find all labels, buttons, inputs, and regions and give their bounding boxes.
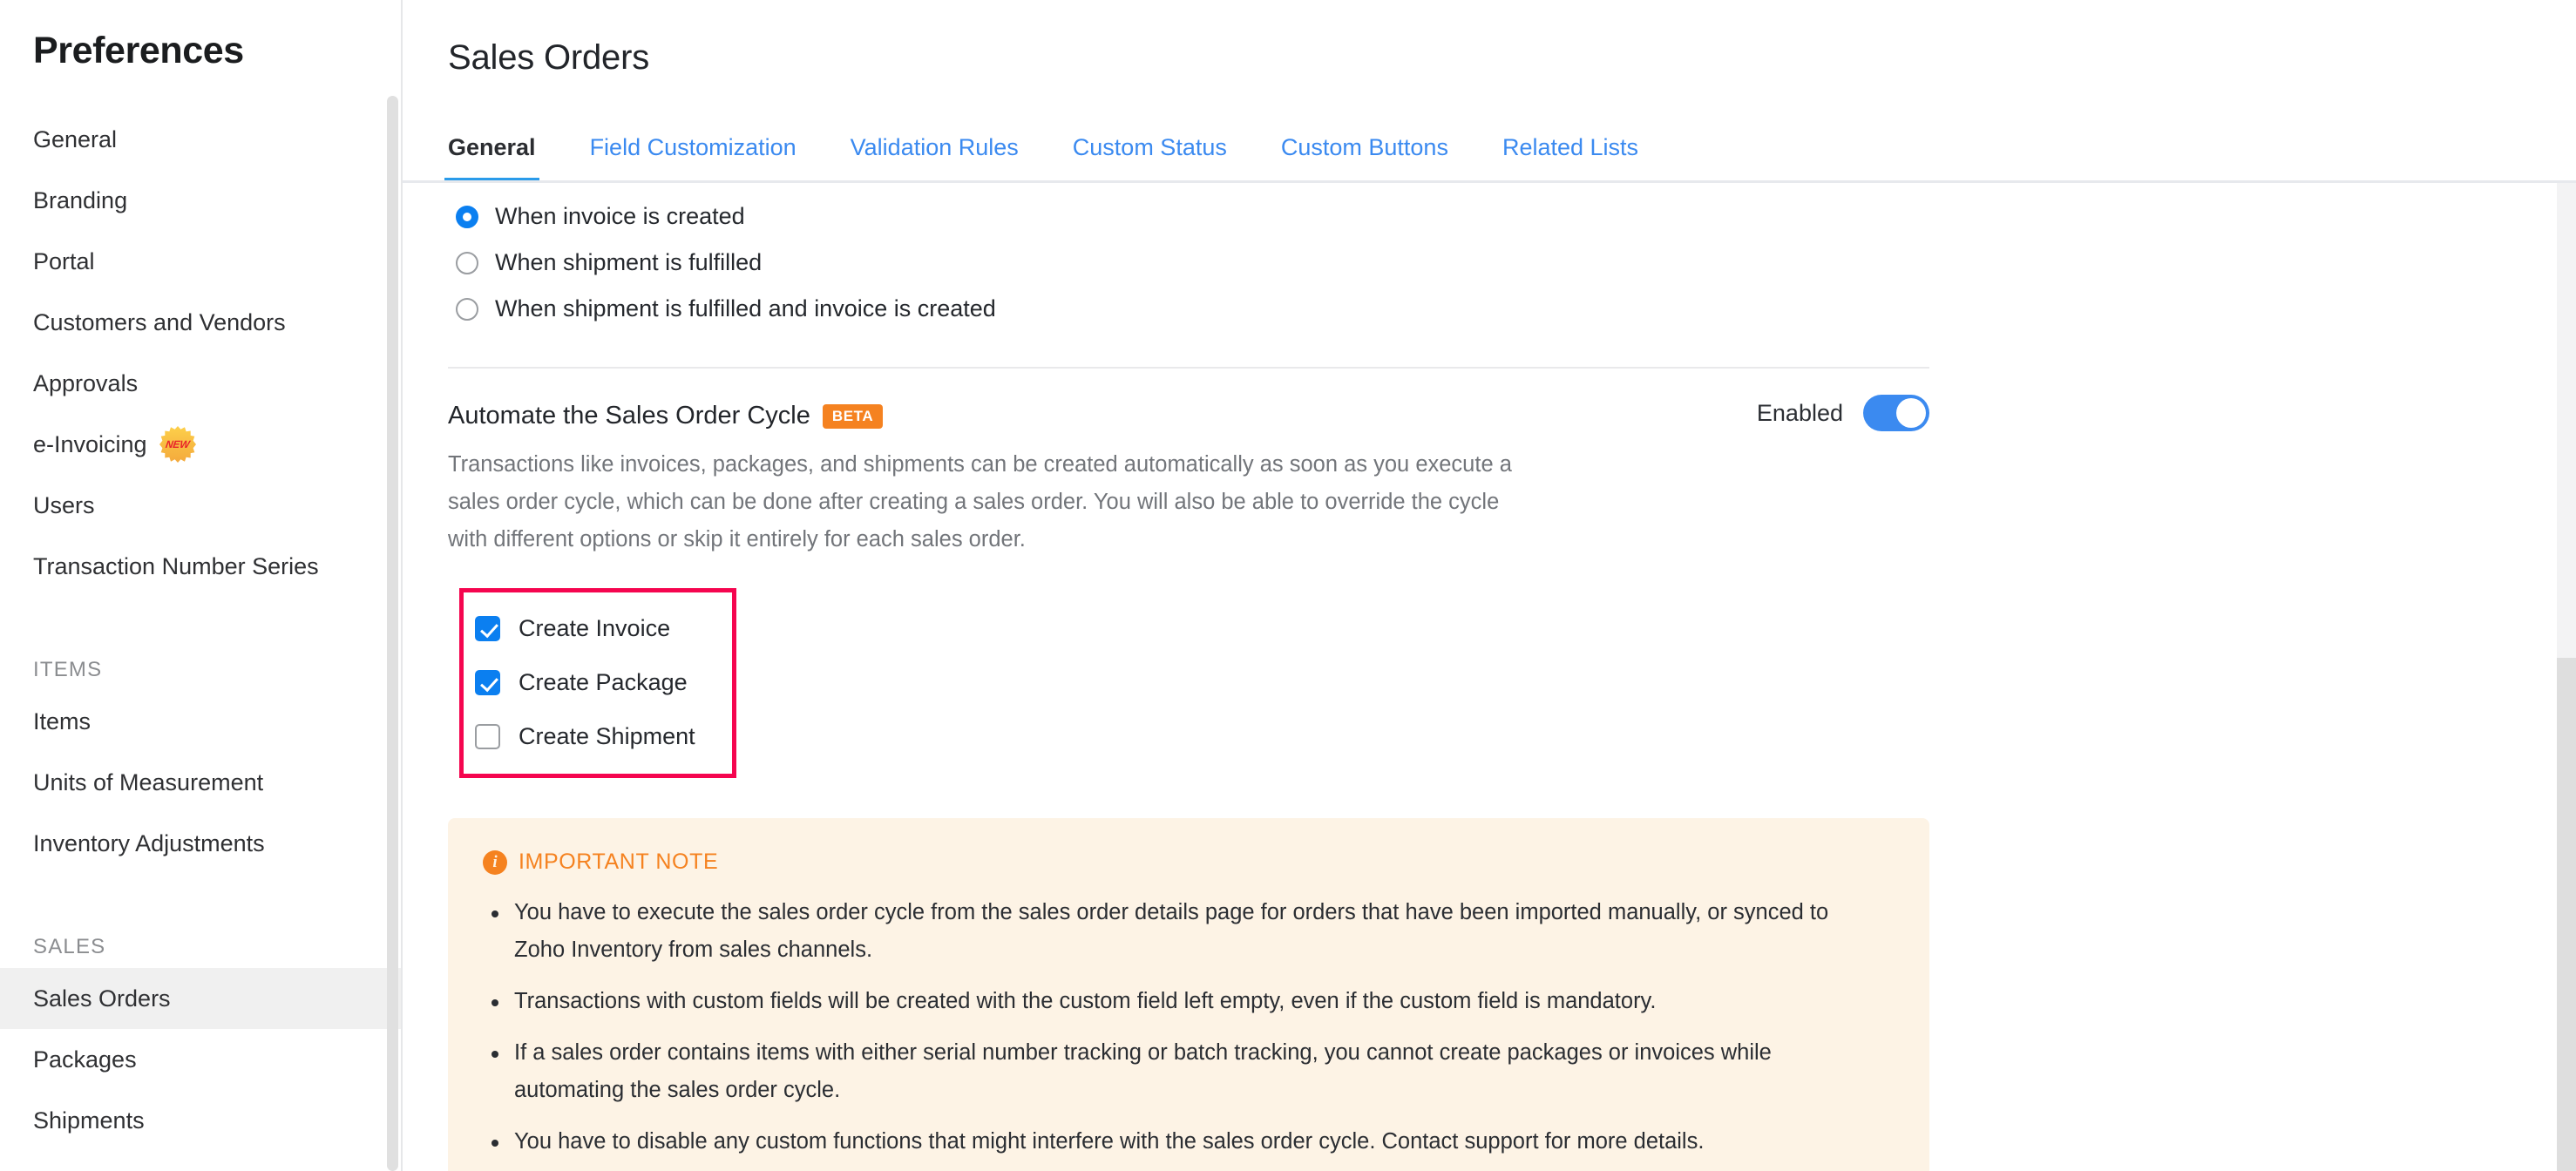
radio-option-when-invoice-is-created[interactable]: When invoice is created: [456, 193, 2470, 240]
radio-indicator[interactable]: [456, 298, 478, 321]
sidebar-item-sales-orders[interactable]: Sales Orders: [0, 968, 401, 1029]
checkbox-create-shipment[interactable]: Create Shipment: [475, 709, 732, 763]
checkbox-label: Create Shipment: [519, 723, 695, 750]
sidebar-nav-items-group: Items Units of Measurement Inventory Adj…: [0, 691, 401, 874]
tab-bar: General Field Customization Validation R…: [403, 116, 2576, 183]
tab-validation-rules[interactable]: Validation Rules: [851, 134, 1019, 180]
sidebar-item-label: Packages: [33, 1046, 137, 1073]
tab-general[interactable]: General: [448, 134, 536, 180]
tab-field-customization[interactable]: Field Customization: [590, 134, 797, 180]
sidebar-item-units-of-measurement[interactable]: Units of Measurement: [0, 752, 401, 813]
radio-label: When invoice is created: [495, 203, 745, 230]
radio-indicator[interactable]: [456, 206, 478, 228]
tab-related-lists[interactable]: Related Lists: [1502, 134, 1638, 180]
radio-option-when-shipment-is-fulfilled[interactable]: When shipment is fulfilled: [456, 240, 2470, 286]
checkbox-indicator[interactable]: [475, 616, 500, 641]
checkbox-indicator[interactable]: [475, 724, 500, 749]
radio-label: When shipment is fulfilled and invoice i…: [495, 295, 996, 322]
automate-cycle-toggle[interactable]: [1863, 395, 1929, 431]
important-note-header: i IMPORTANT NOTE: [483, 849, 1889, 875]
main-scrollbar-track-lower[interactable]: [2557, 658, 2576, 1171]
tab-custom-status[interactable]: Custom Status: [1073, 134, 1227, 180]
sidebar-group-label-sales: SALES: [0, 914, 401, 959]
toggle-state-label: Enabled: [1757, 400, 1843, 427]
important-note-title: IMPORTANT NOTE: [519, 849, 718, 875]
automate-section-description: Transactions like invoices, packages, an…: [448, 446, 1529, 558]
tab-label: Custom Status: [1073, 134, 1227, 160]
sidebar-item-label: Users: [33, 492, 95, 519]
tab-label: Validation Rules: [851, 134, 1019, 160]
main-scrollbar-thumb[interactable]: [2557, 183, 2576, 658]
automate-sales-order-cycle-section: Automate the Sales Order Cycle BETA Enab…: [448, 369, 1929, 1171]
checkbox-label: Create Package: [519, 669, 688, 696]
automate-section-title: Automate the Sales Order Cycle: [448, 402, 810, 430]
tab-label: General: [448, 134, 536, 160]
tab-label: Related Lists: [1502, 134, 1638, 160]
main-scrollbar[interactable]: [2557, 183, 2576, 1171]
sidebar-item-approvals[interactable]: Approvals: [0, 353, 401, 414]
important-note-panel: i IMPORTANT NOTE You have to execute the…: [448, 818, 1929, 1171]
sidebar-item-label: Sales Orders: [33, 985, 171, 1012]
tab-label: Field Customization: [590, 134, 797, 160]
sidebar-nav-sales-group: Sales Orders Packages Shipments: [0, 968, 401, 1151]
sidebar-title: Preferences: [0, 0, 401, 71]
automate-cycle-checkbox-group: Create Invoice Create Package Create Shi…: [459, 588, 736, 778]
sidebar-item-items[interactable]: Items: [0, 691, 401, 752]
list-item: You have to execute the sales order cycl…: [483, 894, 1877, 969]
sidebar-item-customers-and-vendors[interactable]: Customers and Vendors: [0, 292, 401, 353]
sidebar-item-label: Items: [33, 708, 91, 735]
checkbox-indicator[interactable]: [475, 670, 500, 695]
sidebar-item-e-invoicing[interactable]: e-Invoicing NEW: [0, 414, 401, 475]
sidebar-item-inventory-adjustments[interactable]: Inventory Adjustments: [0, 813, 401, 874]
radio-indicator[interactable]: [456, 252, 478, 274]
page-title: Sales Orders: [448, 38, 649, 78]
automate-section-header: Automate the Sales Order Cycle BETA: [448, 402, 1929, 430]
sidebar-item-label: e-Invoicing: [33, 431, 147, 458]
invoice-trigger-radio-group: When invoice is created When shipment is…: [448, 193, 2470, 332]
checkbox-label: Create Invoice: [519, 615, 670, 642]
sidebar-item-branding[interactable]: Branding: [0, 170, 401, 231]
new-starburst-badge-icon: NEW: [159, 426, 196, 463]
radio-option-when-shipment-fulfilled-and-invoice-created[interactable]: When shipment is fulfilled and invoice i…: [456, 286, 2470, 332]
sidebar-item-label: Transaction Number Series: [33, 553, 319, 580]
sidebar-item-label: General: [33, 126, 117, 153]
checkbox-create-package[interactable]: Create Package: [475, 655, 732, 709]
new-badge-label: NEW: [165, 438, 190, 450]
tab-custom-buttons[interactable]: Custom Buttons: [1281, 134, 1448, 180]
settings-content-inner: When invoice is created When shipment is…: [448, 183, 2470, 1171]
settings-content: When invoice is created When shipment is…: [403, 183, 2576, 1171]
main-header: Sales Orders: [403, 0, 2576, 116]
beta-badge: BETA: [823, 404, 883, 429]
sidebar-item-label: Approvals: [33, 370, 138, 397]
sidebar-item-transaction-number-series[interactable]: Transaction Number Series: [0, 536, 401, 597]
preferences-page: Preferences General Branding Portal Cust…: [0, 0, 2576, 1171]
sidebar-scrollbar[interactable]: [387, 96, 398, 1171]
sidebar-item-label: Customers and Vendors: [33, 309, 286, 336]
sidebar-nav-primary: General Branding Portal Customers and Ve…: [0, 109, 401, 597]
sidebar-item-label: Portal: [33, 248, 95, 275]
main-panel: Sales Orders General Field Customization…: [403, 0, 2576, 1171]
sidebar-item-portal[interactable]: Portal: [0, 231, 401, 292]
tab-label: Custom Buttons: [1281, 134, 1448, 160]
list-item: You have to disable any custom functions…: [483, 1123, 1877, 1161]
info-icon: i: [483, 850, 507, 875]
sidebar-item-label: Units of Measurement: [33, 769, 263, 796]
sidebar: Preferences General Branding Portal Cust…: [0, 0, 403, 1171]
radio-label: When shipment is fulfilled: [495, 249, 762, 276]
sidebar-item-general[interactable]: General: [0, 109, 401, 170]
automate-toggle-wrap: Enabled: [1757, 395, 1929, 431]
list-item: Transactions with custom fields will be …: [483, 983, 1877, 1020]
sidebar-item-label: Shipments: [33, 1107, 145, 1134]
sidebar-item-label: Branding: [33, 187, 127, 214]
checkbox-create-invoice[interactable]: Create Invoice: [475, 601, 732, 655]
sidebar-group-label-items: ITEMS: [0, 637, 401, 682]
sidebar-item-packages[interactable]: Packages: [0, 1029, 401, 1090]
sidebar-item-shipments[interactable]: Shipments: [0, 1090, 401, 1151]
list-item: If a sales order contains items with eit…: [483, 1034, 1877, 1109]
important-note-list: You have to execute the sales order cycl…: [483, 894, 1889, 1161]
sidebar-item-users[interactable]: Users: [0, 475, 401, 536]
sidebar-item-label: Inventory Adjustments: [33, 830, 265, 857]
